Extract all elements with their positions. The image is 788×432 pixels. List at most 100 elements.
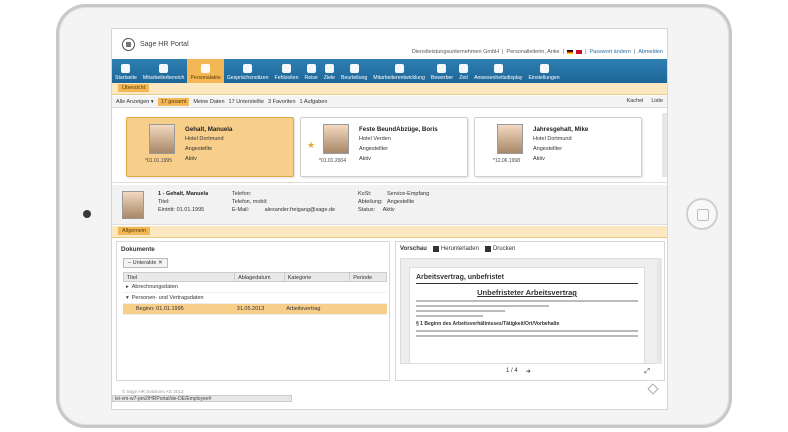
- nav-zeit[interactable]: Zeit: [456, 59, 471, 83]
- filter-favorites[interactable]: 3 Favoriten: [268, 99, 296, 105]
- save-icon: [432, 246, 439, 252]
- group-row[interactable]: ▸ Abrechnungsdaten: [123, 282, 387, 293]
- nav-personalakte[interactable]: Personalakte: [187, 59, 224, 83]
- employee-photo: [149, 124, 175, 154]
- employee-photo: [497, 124, 523, 154]
- detail-title-label: Titel:: [158, 199, 170, 205]
- nav-mitarbeiterentwicklung[interactable]: Mitarbeiterentwicklung: [370, 59, 428, 83]
- nav-fehlzeiten[interactable]: Fehlzeiten: [272, 59, 302, 83]
- tab-general[interactable]: Allgemein: [118, 227, 151, 235]
- nav-beurteilung[interactable]: Beurteilung: [338, 59, 370, 83]
- preview-scrollbar[interactable]: [657, 258, 662, 364]
- employee-cards: *01.01.1995 Gehalt, Manuela Hotel Dortmu…: [112, 109, 667, 183]
- notes-icon: [243, 64, 253, 73]
- employee-location: Hotel Verden: [359, 136, 391, 142]
- filter-subordinates[interactable]: 17 Unterstellte: [229, 99, 264, 105]
- birth-date: *12.06.1998: [493, 158, 520, 164]
- detail-status-value: Aktiv: [382, 207, 395, 213]
- flag-icon: [324, 64, 334, 73]
- col-title[interactable]: Titel: [124, 273, 236, 281]
- filter-mine[interactable]: Meine Daten: [193, 99, 224, 105]
- employee-detail: 1 - Gehalt, Manuela Titel: Eintritt: 01.…: [112, 185, 667, 225]
- top-bar: Sage HR Portal Dienstleistungsunternehme…: [112, 29, 667, 59]
- page-indicator: 1 / 4: [506, 368, 518, 374]
- detail-status-label: Status:: [358, 207, 376, 213]
- screen: Sage HR Portal Dienstleistungsunternehme…: [111, 28, 668, 410]
- table-row[interactable]: Beginn: 01.01.1995 31.05.2013 Arbeitsver…: [123, 304, 387, 315]
- next-page-icon[interactable]: ➜: [526, 368, 531, 375]
- view-tiles-button[interactable]: Kachel: [627, 98, 644, 104]
- detail-dept-value: Angestellte: [387, 199, 415, 205]
- employee-card[interactable]: *01.01.1995 Gehalt, Manuela Hotel Dortmu…: [126, 117, 294, 177]
- nav-bewerber[interactable]: Bewerber: [428, 59, 456, 83]
- view-list-button[interactable]: Liste: [651, 98, 663, 104]
- print-button[interactable]: Drucken: [484, 246, 515, 252]
- main-nav: Startseite Mitarbeiterbereich Personalak…: [112, 59, 667, 83]
- nav-reise[interactable]: Reise: [301, 59, 320, 83]
- flag-uk-icon[interactable]: [576, 50, 583, 54]
- company-name: Dienstleistungsunternehmen GmbH: [411, 49, 499, 55]
- nav-startseite[interactable]: Startseite: [112, 59, 140, 83]
- filter-chip[interactable]: – Unterakte ✕: [123, 258, 168, 268]
- preview-title: Vorschau: [400, 246, 427, 252]
- view-switch: Kachel Liste: [627, 98, 663, 104]
- employee-card[interactable]: ★ *01.01.2004 Feste BeundAbzüge, Boris H…: [300, 117, 468, 177]
- col-date[interactable]: Ablagedatum: [235, 273, 285, 281]
- detail-email-value[interactable]: alexander.freigang@sage.de: [265, 207, 335, 213]
- growth-icon: [394, 64, 404, 73]
- employee-role: Angestellter: [533, 146, 563, 152]
- employee-status: Aktiv: [533, 156, 545, 162]
- download-button[interactable]: Herunterladen: [432, 246, 479, 252]
- change-password-link[interactable]: Passwort ändern: [590, 49, 631, 55]
- group-row[interactable]: ▾ Personen- und Vertragsdaten: [123, 293, 387, 304]
- nav-ziele[interactable]: Ziele: [321, 59, 338, 83]
- employee-name: Gehalt, Manuela: [185, 126, 233, 133]
- detail-mobile-label: Telefon, mobil:: [232, 199, 268, 205]
- doc-heading: Arbeitsvertrag, unbefristet: [416, 274, 638, 284]
- tab-overview[interactable]: Übersicht: [118, 84, 150, 92]
- nav-mitarbeiterbereich[interactable]: Mitarbeiterbereich: [140, 59, 188, 83]
- sage-logo-icon: [122, 38, 135, 51]
- plane-icon: [306, 64, 316, 73]
- nav-anwesenheitsdisplay[interactable]: Anwesenheitsdisplay: [471, 59, 525, 83]
- employee-location: Hotel Dortmund: [185, 136, 224, 142]
- section-tabstrip: Allgemein: [112, 226, 667, 238]
- detail-entry-label: Eintritt:: [158, 207, 176, 213]
- overview-tabstrip: Übersicht: [112, 83, 667, 95]
- app-title: Sage HR Portal: [140, 41, 189, 48]
- employee-location: Hotel Dortmund: [533, 136, 572, 142]
- printer-icon: [484, 246, 491, 252]
- col-period[interactable]: Periode: [350, 273, 386, 281]
- show-all-dropdown[interactable]: Alle Anzeigen ▾: [116, 99, 154, 105]
- cards-scrollbar[interactable]: [662, 113, 667, 177]
- nav-gespraechsnotizen[interactable]: Gesprächsnotizen: [224, 59, 272, 83]
- user-name: Personalleiterin, Anke: [506, 49, 560, 55]
- favorite-star-icon[interactable]: ★: [307, 140, 315, 151]
- nav-einstellungen[interactable]: Einstellungen: [526, 59, 563, 83]
- home-icon: [121, 64, 131, 73]
- filter-bar: Alle Anzeigen ▾ 17 gesamt Meine Daten 17…: [112, 96, 667, 108]
- home-button[interactable]: [686, 198, 718, 230]
- employee-name: Feste BeundAbzüge, Boris: [359, 126, 438, 133]
- documents-grid: Titel Ablagedatum Kategorie Periode ▸ Abr…: [123, 272, 387, 315]
- flag-de-icon[interactable]: [567, 50, 574, 54]
- detail-name: 1 - Gehalt, Manuela: [158, 191, 209, 197]
- birth-date: *01.01.1995: [145, 158, 172, 164]
- filter-tasks[interactable]: 1 Aufgaben: [300, 99, 328, 105]
- fullscreen-icon[interactable]: ⤢: [644, 368, 650, 376]
- employee-role: Angestellte: [185, 146, 213, 152]
- employee-card[interactable]: *12.06.1998 Jahresgehalt, Mike Hotel Dor…: [474, 117, 642, 177]
- person-icon: [159, 64, 169, 73]
- logout-link[interactable]: Abmelden: [638, 49, 663, 55]
- user-info: Dienstleistungsunternehmen GmbH | Person…: [411, 49, 663, 55]
- employee-status: Aktiv: [185, 156, 197, 162]
- employee-status: Aktiv: [359, 156, 371, 162]
- detail-entry-value: 01.01.1995: [176, 207, 205, 213]
- applicant-icon: [437, 64, 447, 73]
- document-viewer[interactable]: Arbeitsvertrag, unbefristet Unbefristete…: [400, 258, 658, 364]
- employee-name: Jahresgehalt, Mike: [533, 126, 589, 133]
- grid-header: Titel Ablagedatum Kategorie Periode: [123, 272, 387, 282]
- col-category[interactable]: Kategorie: [285, 273, 351, 281]
- filter-total[interactable]: 17 gesamt: [157, 97, 190, 106]
- documents-pane: Dokumente – Unterakte ✕ Titel Ablagedatu…: [116, 241, 390, 381]
